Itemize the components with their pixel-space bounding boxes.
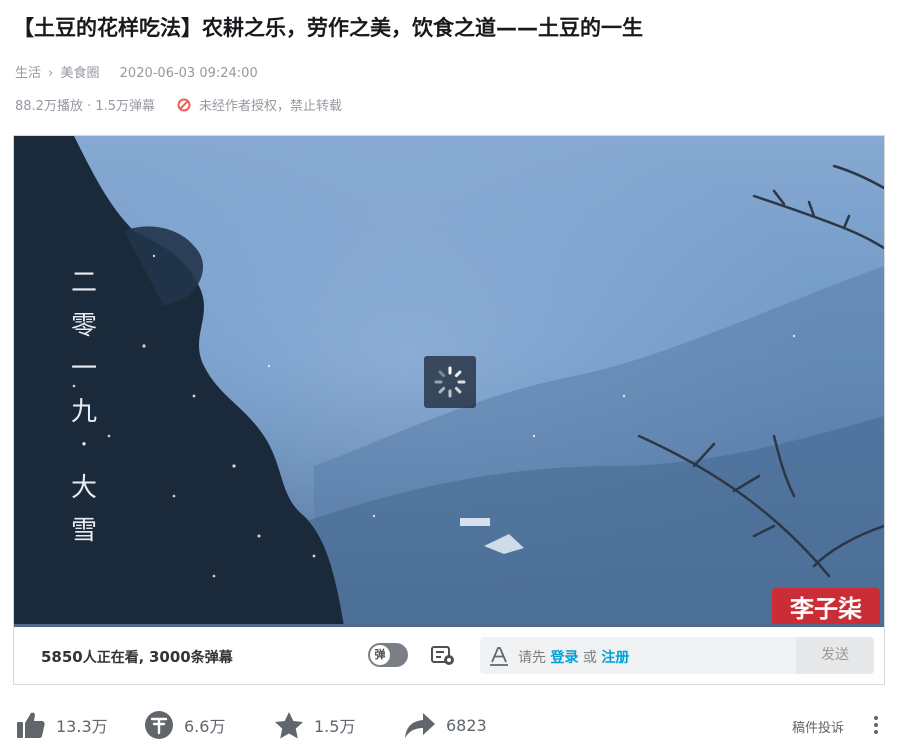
text-style-icon[interactable] — [488, 645, 510, 667]
placeholder-prefix: 请先 — [518, 650, 546, 666]
copyright-notice: 未经作者授权，禁止转载 — [177, 95, 342, 114]
danmaku-toggle[interactable]: 弹 — [368, 643, 408, 667]
calligraphy-char: 一 — [71, 354, 97, 384]
ban-icon — [177, 98, 191, 111]
danmaku-placeholder: 请先 登录 或 注册 — [518, 647, 629, 667]
breadcrumb-separator: › — [48, 66, 54, 81]
live-viewers: 5850人正在看, 3000条弹幕 — [41, 647, 233, 667]
calligraphy-char: 二 — [71, 268, 97, 298]
danmaku-suffix: 条弹幕 — [190, 650, 233, 666]
more-icon[interactable] — [872, 713, 880, 737]
loading-spinner-icon — [424, 356, 476, 408]
breadcrumb-subcategory[interactable]: 美食圈 — [61, 66, 100, 81]
danmaku-count: 3000 — [148, 648, 191, 666]
breadcrumb-category[interactable]: 生活 — [15, 66, 41, 81]
send-danmaku-button[interactable]: 发送 — [796, 637, 874, 674]
share-icon — [405, 713, 435, 738]
video-stats-row: 88.2万播放 · 1.5万弹幕 未经作者授权，禁止转载 — [15, 95, 342, 114]
calligraphy-char: · — [80, 430, 88, 460]
publish-date: 2020-06-03 09:24:00 — [119, 66, 258, 81]
danmaku-send-bar: 5850人正在看, 3000条弹幕 弹 请先 登录 或 注册 发送 — [14, 627, 884, 684]
copyright-text: 未经作者授权，禁止转载 — [199, 99, 343, 114]
calligraphy-char: 雪 — [71, 516, 97, 546]
video-toolbar: 13.3万 6.6万 1.5万 6823 稿件投诉 — [16, 705, 892, 745]
calligraphy-char: 九 — [71, 397, 97, 427]
placeholder-or: 或 — [582, 650, 597, 666]
viewer-count: 5850 — [41, 648, 83, 666]
thumbs-up-icon — [17, 712, 45, 738]
share-count: 6823 — [446, 715, 487, 735]
coin-icon — [145, 711, 173, 739]
favorite-count: 1.5万 — [314, 717, 356, 736]
danmaku-settings-icon[interactable] — [430, 642, 456, 668]
video-frame[interactable]: 二 零 一 九 · 大 雪 李子柒 — [14, 136, 884, 626]
video-meta: 生活 › 美食圈 2020-06-03 09:24:00 — [15, 62, 258, 81]
like-button[interactable]: 13.3万 — [16, 705, 108, 745]
view-danmaku-stats: 88.2万播放 · 1.5万弹幕 — [15, 99, 156, 114]
danmaku-toggle-icon: 弹 — [370, 645, 390, 665]
calligraphy-char: 大 — [71, 473, 97, 503]
danmaku-input[interactable]: 请先 登录 或 注册 发送 — [480, 637, 874, 674]
creator-watermark: 李子柒 — [772, 588, 880, 626]
video-player[interactable]: 二 零 一 九 · 大 雪 李子柒 5850人正在看, 3000条弹幕 弹 请先… — [13, 135, 885, 685]
register-link[interactable]: 注册 — [601, 650, 629, 666]
favorite-button[interactable]: 1.5万 — [274, 705, 355, 745]
calligraphy-char: 零 — [71, 311, 97, 341]
like-count: 13.3万 — [56, 717, 108, 736]
report-link[interactable]: 稿件投诉 — [792, 717, 844, 736]
video-title: 【土豆的花样吃法】农耕之乐，劳作之美，饮食之道——土豆的一生 — [13, 16, 643, 40]
star-icon — [275, 711, 303, 738]
login-link[interactable]: 登录 — [550, 650, 578, 666]
coin-button[interactable]: 6.6万 — [144, 705, 225, 745]
viewer-suffix: 人正在看, — [82, 650, 149, 666]
coin-count: 6.6万 — [184, 717, 226, 736]
share-button[interactable]: 6823 — [404, 705, 487, 745]
watermark-text: 李子柒 — [790, 594, 862, 623]
